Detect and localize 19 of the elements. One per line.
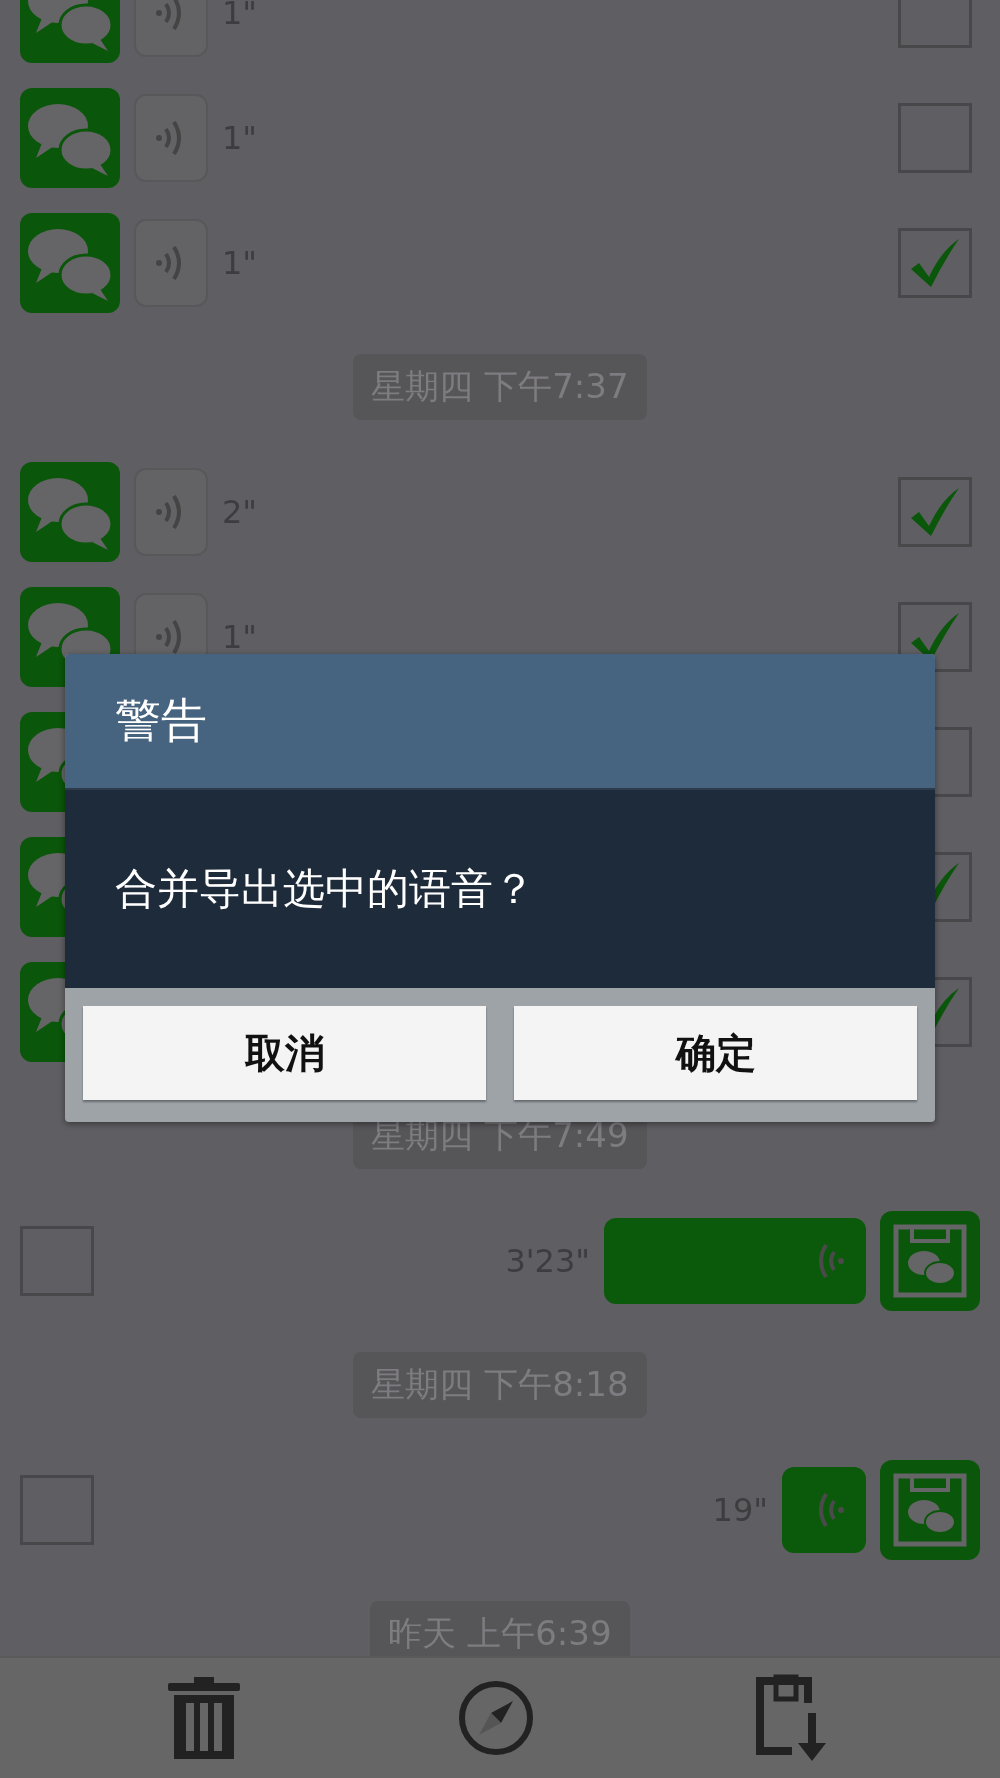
compass-icon[interactable] xyxy=(457,1679,535,1757)
checkbox[interactable] xyxy=(20,1474,94,1545)
dialog-title: 警告 xyxy=(65,654,935,790)
voice-message-bubble[interactable] xyxy=(134,218,208,307)
chat-bubbles-icon xyxy=(20,87,120,188)
chat-bubbles-icon xyxy=(20,212,120,313)
trash-icon[interactable] xyxy=(168,1677,241,1759)
voice-message-bubble[interactable] xyxy=(604,1217,866,1304)
checkbox[interactable] xyxy=(898,227,972,298)
checkbox[interactable] xyxy=(898,102,972,173)
checkbox[interactable] xyxy=(20,1225,94,1296)
checkbox[interactable] xyxy=(898,476,972,547)
voice-message-bubble[interactable] xyxy=(134,93,208,182)
voice-message-bubble[interactable] xyxy=(134,467,208,556)
dialog-message: 合并导出选中的语音？ xyxy=(65,790,935,988)
dialog-button[interactable]: 取消 xyxy=(83,1006,486,1100)
dialog-button[interactable]: 确定 xyxy=(514,1006,917,1100)
chat-bubbles-icon xyxy=(20,461,120,562)
voice-message-bubble[interactable] xyxy=(782,1466,866,1553)
